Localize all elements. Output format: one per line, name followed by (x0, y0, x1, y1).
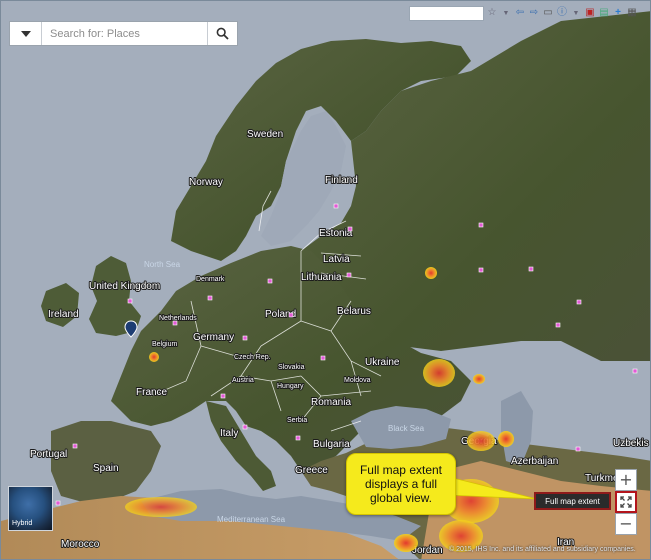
full-extent-tooltip: Full map extent (534, 492, 611, 510)
label-belarus: Belarus (337, 306, 371, 317)
label-belgium: Belgium (152, 341, 177, 348)
label-denmark: Denmark (196, 276, 225, 283)
dropdown-icon[interactable]: ▼ (570, 6, 582, 20)
incident-marker[interactable] (242, 335, 248, 341)
incident-marker[interactable] (320, 355, 326, 361)
incident-marker[interactable] (478, 222, 484, 228)
callout-text: Full map extent displays a full global v… (359, 463, 443, 505)
incident-marker[interactable] (242, 424, 248, 430)
label-netherlands: Netherlands (159, 315, 197, 322)
label-austria: Austria (232, 377, 254, 384)
hotspot[interactable] (467, 431, 495, 451)
incident-marker[interactable] (172, 320, 178, 326)
label-moldova: Moldova (344, 377, 371, 384)
incident-marker[interactable] (555, 322, 561, 328)
search-button[interactable] (207, 22, 237, 45)
hotspot[interactable] (394, 534, 418, 552)
label-mediterranean-sea: Mediterranean Sea (217, 515, 286, 524)
info-icon[interactable]: ⓘ (556, 6, 568, 20)
label-spain: Spain (93, 463, 119, 474)
hotspot[interactable] (473, 374, 485, 384)
label-ukraine: Ukraine (365, 357, 400, 368)
favorite-star-icon[interactable]: ☆ (486, 6, 498, 20)
incident-marker[interactable] (267, 278, 273, 284)
incident-marker[interactable] (347, 226, 353, 232)
incident-marker[interactable] (478, 267, 484, 273)
incident-marker[interactable] (295, 435, 301, 441)
expand-icon (620, 496, 632, 508)
label-morocco: Morocco (61, 539, 100, 550)
incident-marker[interactable] (528, 266, 534, 272)
label-germany: Germany (193, 332, 234, 343)
basemap-label: Hybrid (12, 520, 33, 527)
label-lithuania: Lithuania (301, 272, 342, 283)
basemap-toggle[interactable]: Hybrid (8, 486, 53, 531)
page-icon[interactable]: ▭ (542, 6, 554, 20)
search-icon (216, 27, 229, 40)
hotspot[interactable] (125, 497, 197, 517)
full-extent-button[interactable] (615, 491, 637, 513)
forward-arrow-icon[interactable]: ⇨ (528, 6, 540, 20)
label-latvia: Latvia (323, 254, 350, 265)
address-box[interactable] (409, 5, 484, 21)
incident-marker[interactable] (346, 272, 352, 278)
incident-marker[interactable] (220, 393, 226, 399)
caret-down-icon (20, 30, 31, 37)
window-icon[interactable]: ▦ (626, 6, 638, 20)
label-portugal: Portugal (30, 449, 67, 460)
search-scope-dropdown[interactable] (10, 22, 42, 45)
copyright-text: © 2015, IHS Inc. and its affiliated and … (449, 546, 636, 553)
zoom-out-button[interactable]: − (615, 513, 637, 535)
browser-toolbar: ☆ ▼ ⇦ ⇨ ▭ ⓘ ▼ ▣ ▤ + ▦ (409, 4, 649, 22)
hotspot[interactable] (423, 359, 455, 387)
label-north-sea: North Sea (144, 260, 181, 269)
hotspot[interactable] (498, 431, 514, 447)
incident-marker[interactable] (333, 203, 339, 209)
label-bulgaria: Bulgaria (313, 439, 350, 450)
incident-marker[interactable] (632, 368, 638, 374)
label-united-kingdom: United Kingdom (89, 281, 160, 292)
incident-marker[interactable] (207, 295, 213, 301)
incident-marker[interactable] (288, 312, 294, 318)
dropdown-icon[interactable]: ▼ (500, 6, 512, 20)
search-bar (9, 21, 238, 46)
label-romania: Romania (311, 397, 351, 408)
image-icon[interactable]: ▤ (598, 6, 610, 20)
hotspot[interactable] (149, 352, 159, 362)
label-finland: Finland (325, 175, 358, 186)
label-sweden: Sweden (247, 129, 283, 140)
back-arrow-icon[interactable]: ⇦ (514, 6, 526, 20)
label-black-sea: Black Sea (388, 424, 425, 433)
label-greece: Greece (295, 465, 328, 476)
incident-marker[interactable] (127, 298, 133, 304)
incident-marker[interactable] (55, 500, 61, 506)
label-norway: Norway (189, 177, 223, 188)
hotspot[interactable] (425, 267, 437, 279)
map-canvas[interactable]: Sweden Finland Norway Estonia Latvia Lit… (1, 1, 651, 560)
annotation-callout: Full map extent displays a full global v… (346, 453, 456, 515)
label-france: France (136, 387, 168, 398)
pdf-icon[interactable]: ▣ (584, 6, 596, 20)
callout-pointer (441, 474, 538, 500)
label-ireland: Ireland (48, 309, 79, 320)
incident-marker[interactable] (576, 299, 582, 305)
label-hungary: Hungary (277, 383, 304, 390)
add-icon[interactable]: + (612, 6, 624, 20)
label-serbia: Serbia (287, 417, 307, 424)
label-uzbekis: Uzbekis (613, 438, 649, 449)
search-input[interactable] (42, 22, 207, 45)
incident-marker[interactable] (72, 443, 78, 449)
label-czech-rep: Czech Rep. (234, 354, 271, 361)
label-italy: Italy (220, 428, 238, 439)
label-slovakia: Slovakia (278, 364, 305, 371)
label-azerbaijan: Azerbaijan (511, 456, 558, 467)
zoom-in-button[interactable]: + (615, 469, 637, 491)
map-viewer: Sweden Finland Norway Estonia Latvia Lit… (0, 0, 651, 560)
incident-marker[interactable] (575, 446, 581, 452)
